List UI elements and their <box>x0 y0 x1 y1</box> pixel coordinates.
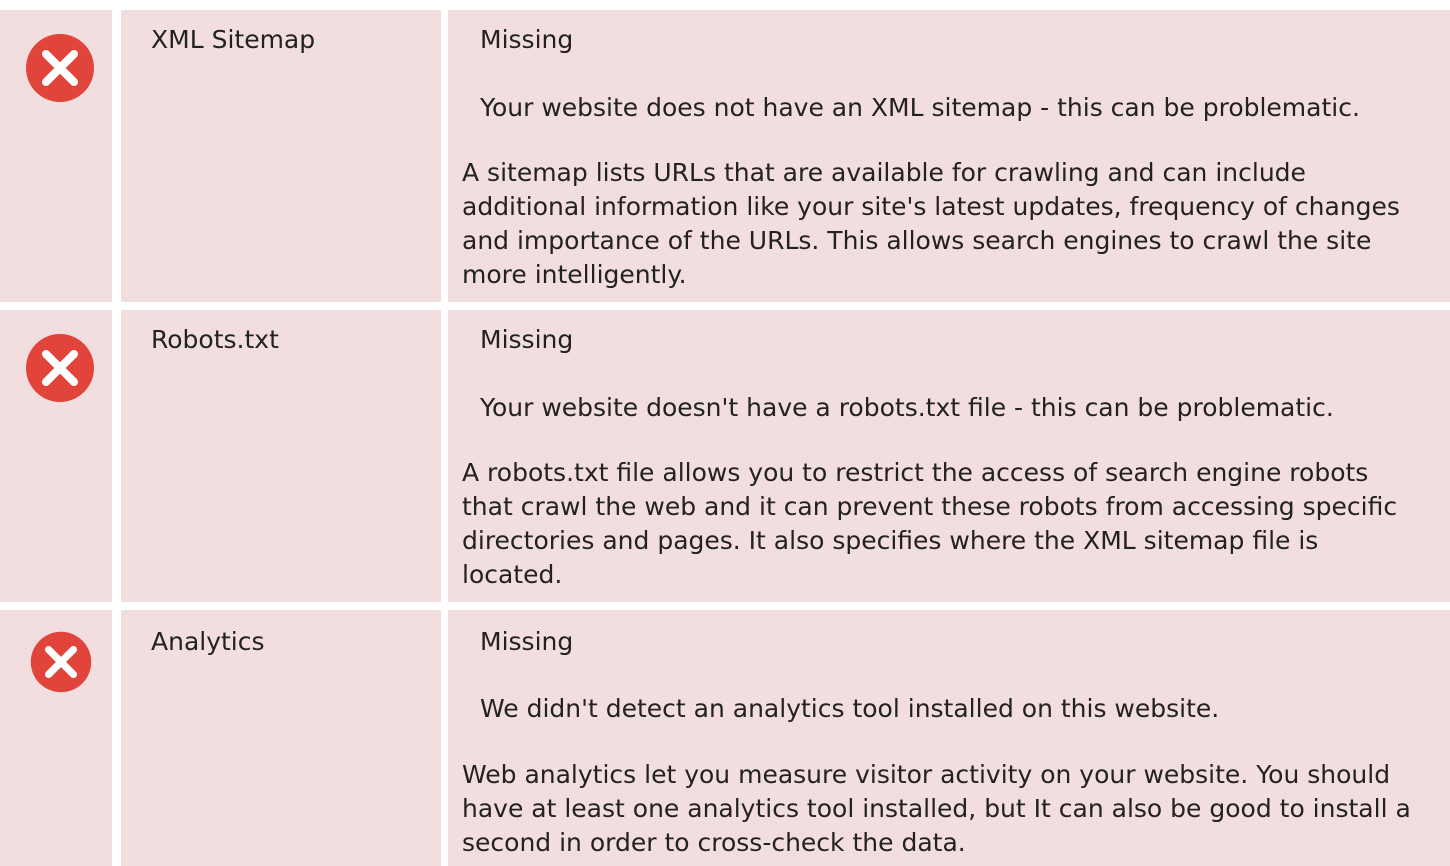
error-x-icon <box>29 630 93 694</box>
result-message: Your website does not have an XML sitema… <box>480 93 1360 122</box>
status-icon-cell <box>0 310 112 602</box>
check-name: Analytics <box>151 627 265 656</box>
check-result-cell: Missing Your website does not have an XM… <box>448 10 1450 302</box>
result-description: A sitemap lists URLs that are available … <box>462 158 1400 289</box>
result-message: We didn't detect an analytics tool insta… <box>480 694 1220 723</box>
status-icon-cell <box>0 10 112 302</box>
check-name-cell: XML Sitemap <box>121 10 441 302</box>
result-description: Web analytics let you measure visitor ac… <box>462 760 1411 857</box>
error-x-icon <box>24 32 96 104</box>
check-name-cell: Robots.txt <box>121 310 441 602</box>
status-label: Missing <box>480 325 574 354</box>
status-icon-cell <box>0 610 112 866</box>
check-name: Robots.txt <box>151 325 279 354</box>
result-message: Your website doesn't have a robots.txt f… <box>480 393 1334 422</box>
audit-results-table: XML Sitemap Missing Your website does no… <box>0 0 1450 866</box>
check-name: XML Sitemap <box>151 25 316 54</box>
check-result-cell: Missing Your website doesn't have a robo… <box>448 310 1450 602</box>
check-name-cell: Analytics <box>121 610 441 866</box>
status-label: Missing <box>480 25 574 54</box>
check-result-cell: Missing We didn't detect an analytics to… <box>448 610 1450 866</box>
status-label: Missing <box>480 627 574 656</box>
result-description: A robots.txt file allows you to restrict… <box>462 458 1398 589</box>
error-x-icon <box>24 332 96 404</box>
